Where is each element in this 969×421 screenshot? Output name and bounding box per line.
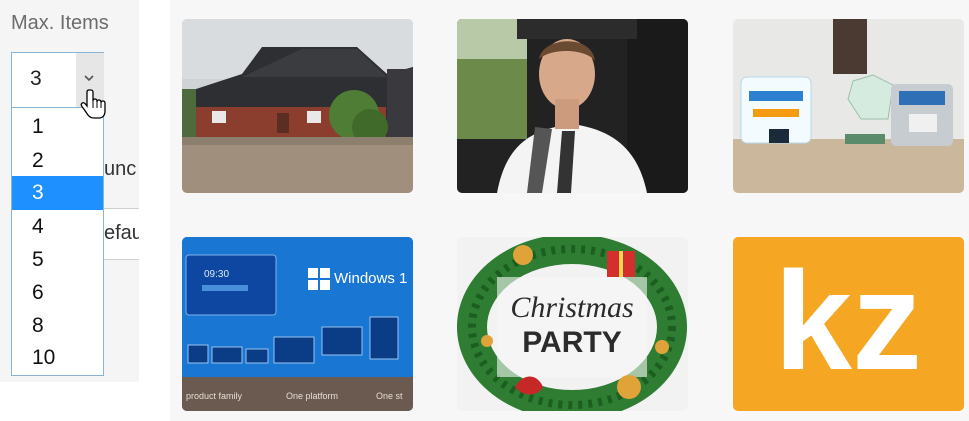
caption-2: One platform: [286, 391, 338, 401]
option-item[interactable]: 4: [12, 210, 103, 244]
christmas-title: Christmas: [510, 291, 633, 324]
option-item[interactable]: 6: [12, 276, 103, 310]
image-gallery: 09:30 Windows 1 product family One platf…: [170, 0, 969, 421]
gallery-tile-christmas[interactable]: Christmas PARTY: [457, 237, 688, 411]
screen: Max. Items unc efau 3 1 2 3 4 5 6 8 10 0…: [0, 0, 969, 421]
option-item[interactable]: 10: [12, 341, 103, 375]
clock-text: 09:30: [204, 269, 229, 280]
christmas-party-image: Christmas PARTY: [457, 237, 688, 411]
max-items-dropdown[interactable]: 1 2 3 4 5 6 8 10: [11, 108, 104, 376]
gallery-tile-awards[interactable]: [733, 19, 964, 193]
gallery-tile-windows[interactable]: 09:30 Windows 1 product family One platf…: [182, 237, 413, 411]
kz-logo-text: kz: [774, 242, 922, 399]
obscured-field-text: efau: [104, 222, 139, 244]
option-item[interactable]: 2: [12, 144, 103, 178]
option-item-selected[interactable]: 3: [12, 176, 103, 210]
obscured-label: unc: [104, 158, 137, 180]
windows-promo-image: 09:30 Windows 1 product family One platf…: [182, 237, 413, 411]
chevron-down-icon: [84, 75, 94, 82]
awards-photo: [733, 19, 964, 193]
caption-1: product family: [186, 391, 243, 401]
gallery-tile-man-car[interactable]: [457, 19, 688, 193]
kz-logo: kz: [733, 237, 964, 411]
gallery-tile-barn[interactable]: [182, 19, 413, 193]
barn-photo: [182, 19, 413, 193]
windows-heading: Windows 1: [334, 270, 407, 287]
max-items-label: Max. Items: [11, 12, 109, 34]
man-in-car-photo: [457, 19, 688, 193]
option-item[interactable]: 5: [12, 243, 103, 277]
select-current-value: 3: [30, 67, 42, 90]
caption-3: One st: [376, 391, 403, 401]
gallery-tile-kz-logo[interactable]: kz: [733, 237, 964, 411]
party-title: PARTY: [522, 326, 621, 359]
settings-panel: Max. Items unc efau 3 1 2 3 4 5 6 8 10: [0, 0, 139, 382]
hand-cursor-icon: [80, 89, 106, 119]
option-item[interactable]: 8: [12, 309, 103, 343]
